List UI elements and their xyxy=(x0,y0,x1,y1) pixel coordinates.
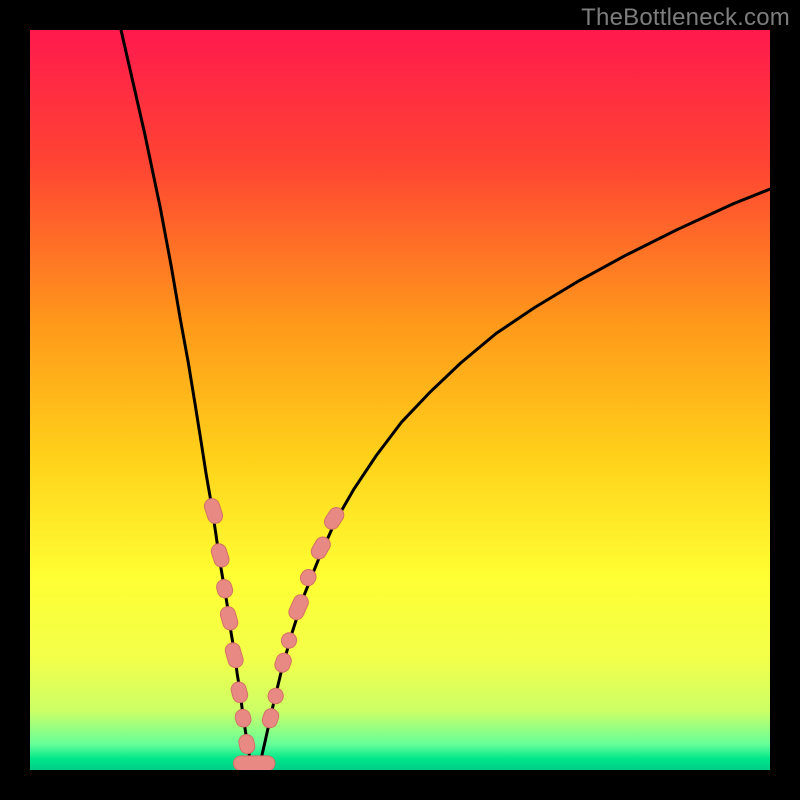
marker-pill xyxy=(266,686,285,706)
marker-pill xyxy=(237,733,256,755)
curve-layer xyxy=(30,30,770,770)
marker-pill xyxy=(219,605,240,632)
marker-pill xyxy=(229,680,249,704)
marker-pill xyxy=(234,708,253,729)
marker-pill xyxy=(287,592,311,622)
marker-pill xyxy=(215,578,235,600)
marker-pill xyxy=(234,756,275,770)
marker-pill xyxy=(309,534,333,561)
marker-pill xyxy=(224,641,245,669)
marker-pill xyxy=(260,707,280,730)
marker-pill xyxy=(273,651,294,674)
marker-pill xyxy=(209,542,231,569)
marker-pill xyxy=(202,497,224,526)
chart-frame: TheBottleneck.com xyxy=(0,0,800,800)
marker-pill xyxy=(279,631,299,651)
watermark-text: TheBottleneck.com xyxy=(581,4,790,32)
series-right-branch xyxy=(259,189,770,766)
plot-area xyxy=(30,30,770,770)
